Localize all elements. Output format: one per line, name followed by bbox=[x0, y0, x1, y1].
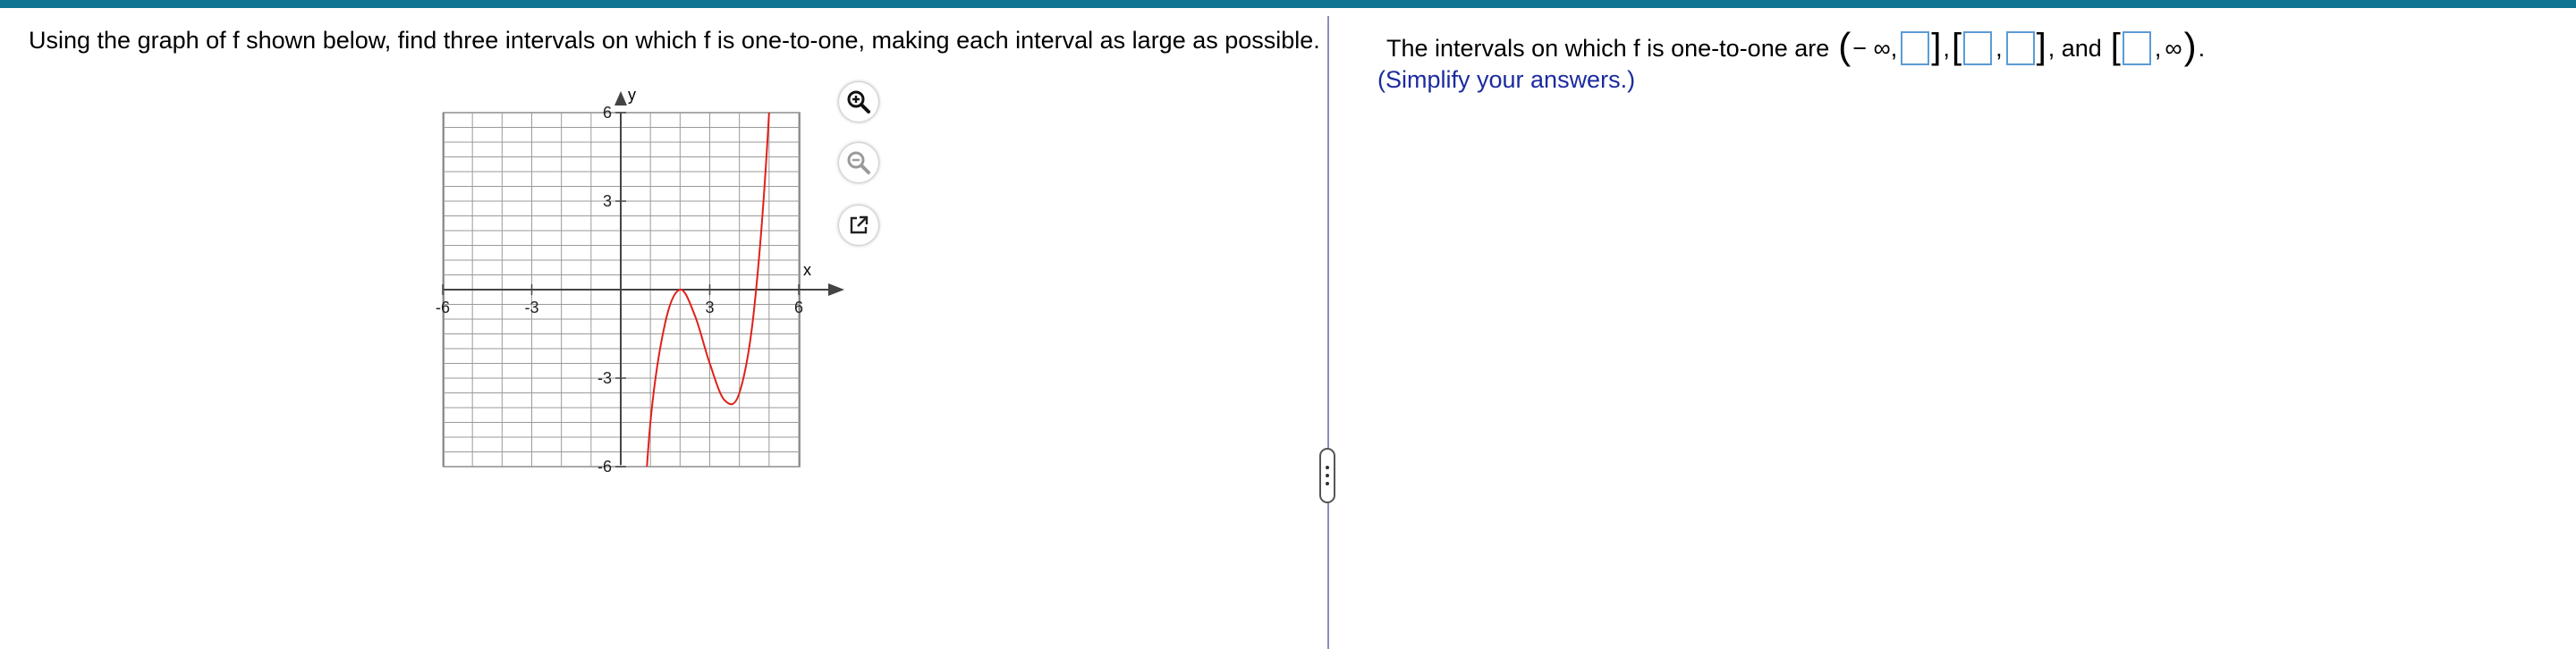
pane-divider bbox=[1327, 16, 1329, 649]
y-axis-arrow bbox=[614, 91, 627, 105]
zoom-in-button[interactable] bbox=[839, 82, 878, 122]
and-text: , and bbox=[2047, 34, 2102, 62]
question-text: Using the graph of f shown below, find t… bbox=[29, 27, 1320, 54]
comma: , bbox=[1996, 34, 2003, 62]
y-tick-label: -3 bbox=[597, 369, 612, 387]
x-tick-label: 6 bbox=[794, 299, 803, 316]
zoom-out-icon bbox=[847, 151, 870, 174]
neg-infinity: − ∞, bbox=[1852, 34, 1898, 62]
y-tick-label: 6 bbox=[603, 104, 612, 122]
zoom-in-icon bbox=[847, 90, 870, 114]
x-tick-label: -6 bbox=[436, 299, 450, 316]
popout-button[interactable] bbox=[839, 206, 878, 245]
x-axis-arrow bbox=[828, 283, 844, 296]
close-bracket: ] bbox=[1931, 27, 1942, 66]
answer-box-2[interactable] bbox=[1963, 31, 1993, 65]
close-bracket: ] bbox=[2036, 27, 2046, 66]
divider-handle[interactable] bbox=[1319, 448, 1335, 503]
x-axis-label: x bbox=[803, 261, 811, 279]
pos-infinity: ∞ bbox=[2165, 34, 2182, 62]
open-paren: ( bbox=[1838, 25, 1852, 67]
answer-lead-text: The intervals on which f is one-to-one a… bbox=[1386, 34, 1830, 62]
graph: x y -6 -3 3 6 -6 -3 3 6 bbox=[419, 79, 878, 477]
x-tick-label: -3 bbox=[524, 299, 538, 316]
end-period: . bbox=[2198, 34, 2206, 62]
zoom-out-button[interactable] bbox=[839, 143, 878, 182]
y-tick-label: 3 bbox=[603, 192, 612, 210]
comma: , bbox=[2154, 34, 2162, 62]
answer-box-4[interactable] bbox=[2122, 31, 2151, 65]
open-bracket: [ bbox=[2110, 27, 2121, 66]
open-bracket: [ bbox=[1951, 27, 1962, 66]
simplify-hint: (Simplify your answers.) bbox=[1377, 66, 1636, 93]
answer-line: The intervals on which f is one-to-one a… bbox=[1385, 25, 2207, 72]
close-paren: ) bbox=[2183, 25, 2197, 67]
answer-box-1[interactable] bbox=[1901, 31, 1930, 65]
x-tick-label: 3 bbox=[705, 299, 714, 316]
answer-box-3[interactable] bbox=[2005, 31, 2035, 65]
y-tick-label: -6 bbox=[597, 458, 612, 476]
popout-icon bbox=[850, 215, 869, 234]
y-axis-label: y bbox=[628, 86, 636, 104]
top-bar bbox=[0, 0, 2576, 8]
comma: , bbox=[1943, 34, 1950, 62]
